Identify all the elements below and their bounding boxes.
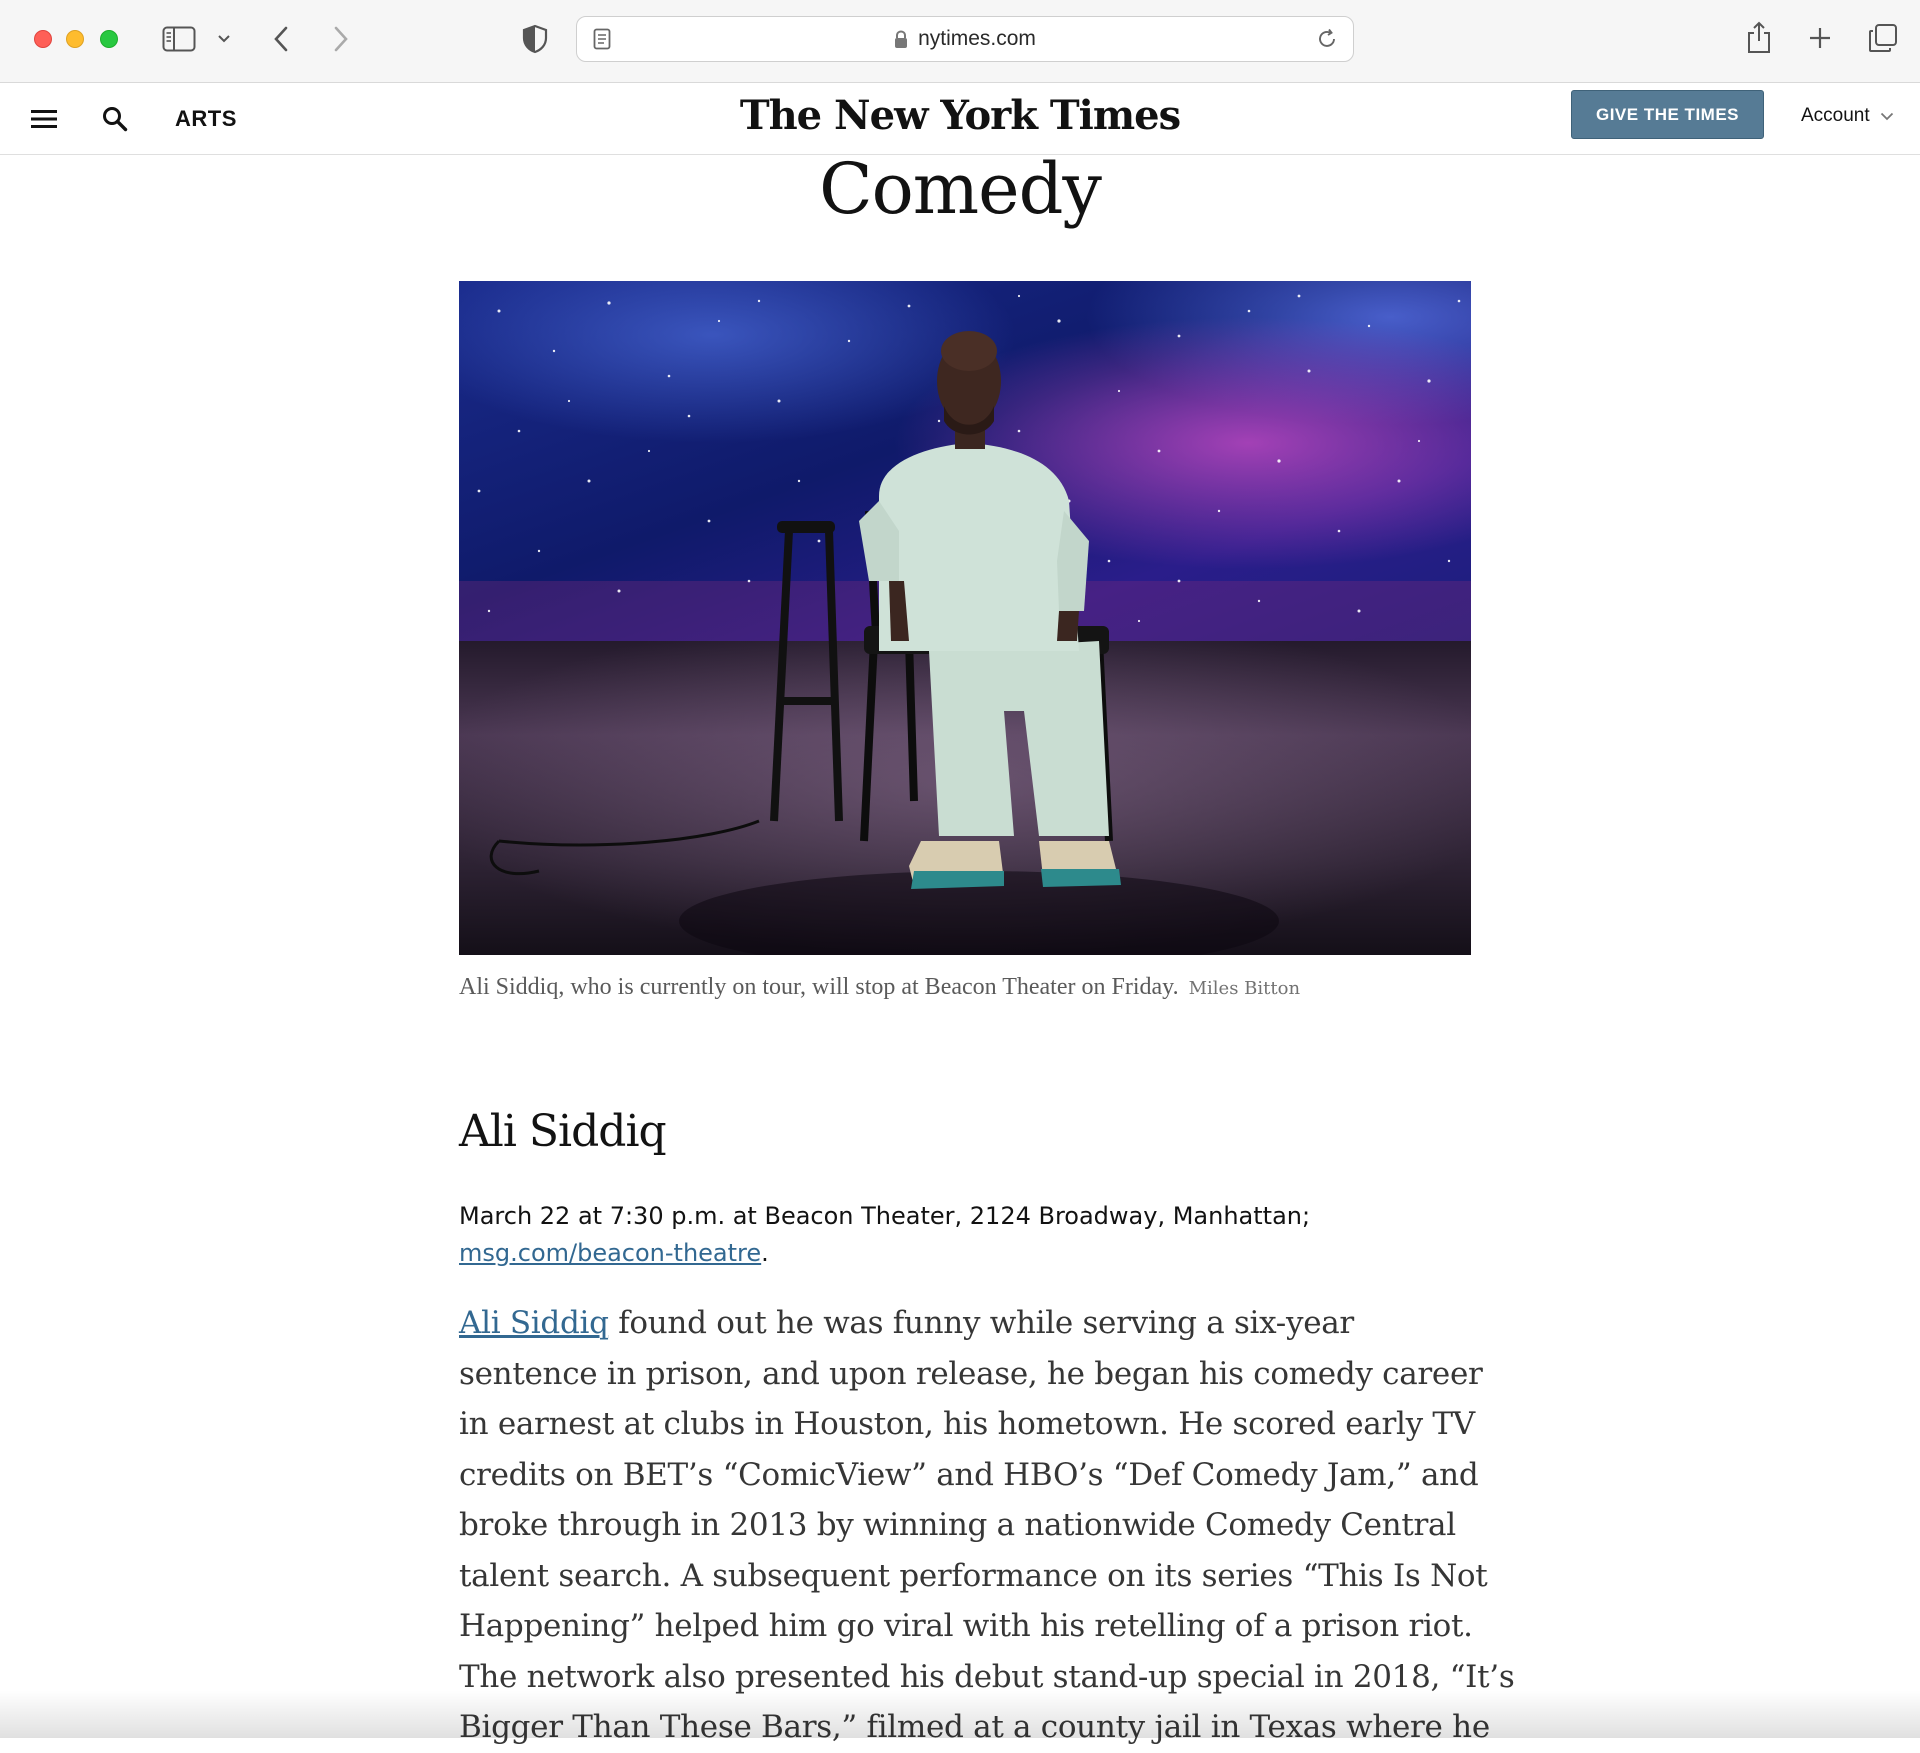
forward-arrow-icon[interactable] [328, 24, 354, 54]
new-tab-icon[interactable] [1806, 24, 1834, 52]
account-menu[interactable]: Account [1801, 105, 1894, 127]
article-body: Ali Siddiq found out he was funny while … [459, 1298, 1515, 1753]
site-header: ARTS The New York Times GIVE THE TIMES A… [0, 84, 1920, 155]
body-line: talent search. A subsequent performance … [459, 1557, 1488, 1594]
venue-link[interactable]: msg.com/beacon-theatre [459, 1239, 761, 1267]
body-line-text: found out he was funny while serving a s… [608, 1305, 1354, 1341]
body-line: Happening” helped him go viral with his … [459, 1608, 1473, 1644]
account-label: Account [1801, 105, 1870, 126]
body-line: broke through in 2013 by winning a natio… [459, 1507, 1456, 1543]
section-title: Comedy [819, 148, 1102, 230]
listing-title: Ali Siddiq [459, 1106, 667, 1157]
browser-toolbar: nytimes.com [0, 0, 1920, 83]
share-icon[interactable] [1744, 18, 1774, 56]
close-window-button[interactable] [34, 30, 52, 48]
reload-icon[interactable] [1315, 27, 1339, 51]
chevron-down-icon[interactable] [214, 30, 234, 48]
zoom-window-button[interactable] [100, 30, 118, 48]
body-line: Bigger Than These Bars,” filmed at a cou… [459, 1709, 1490, 1745]
minimize-window-button[interactable] [66, 30, 84, 48]
body-line: The network also presented his debut sta… [459, 1658, 1515, 1695]
back-arrow-icon[interactable] [268, 24, 294, 54]
address-bar[interactable]: nytimes.com [576, 16, 1354, 62]
details-suffix: . [761, 1239, 769, 1267]
artist-link[interactable]: Ali Siddiq [459, 1305, 609, 1341]
lock-icon [894, 29, 908, 49]
article-photo [459, 281, 1471, 955]
body-line: sentence in prison, and upon release, he… [459, 1355, 1483, 1392]
sidebar-toggle-icon[interactable] [160, 24, 198, 54]
caption-text: Ali Siddiq, who is currently on tour, wi… [459, 974, 1179, 1000]
event-details-text: March 22 at 7:30 p.m. at Beacon Theater,… [459, 1202, 1311, 1230]
event-details: March 22 at 7:30 p.m. at Beacon Theater,… [459, 1198, 1471, 1272]
give-the-times-button[interactable]: GIVE THE TIMES [1571, 90, 1764, 139]
body-line: Ali Siddiq found out he was funny while … [459, 1298, 1471, 1349]
tab-overview-icon[interactable] [1866, 22, 1900, 54]
chevron-down-icon [1880, 112, 1894, 121]
body-line: in earnest at clubs in Houston, his home… [459, 1406, 1475, 1442]
body-line: credits on BET’s “ComicView” and HBO’s “… [459, 1456, 1479, 1493]
photo-caption: Ali Siddiq, who is currently on tour, wi… [459, 974, 1471, 1001]
photo-credit: Miles Bitton [1188, 978, 1301, 999]
privacy-shield-icon[interactable] [520, 24, 550, 54]
url-text[interactable]: nytimes.com [918, 27, 1036, 51]
